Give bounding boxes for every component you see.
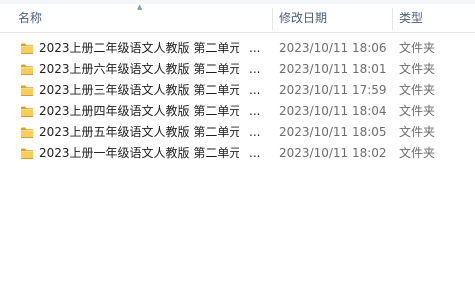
column-header-bar: ▲ 名称 修改日期 类型 xyxy=(0,3,475,33)
file-date-modified: 2023/10/11 18:05 xyxy=(279,125,387,139)
file-row[interactable]: 2023上册六年级语文人教版 第二单元 ... 2023/10/11 18:01… xyxy=(0,59,475,80)
folder-icon xyxy=(21,106,33,117)
name-ellipsis: ... xyxy=(249,104,261,118)
file-name: 2023上册六年级语文人教版 第二单元 xyxy=(39,62,239,76)
name-ellipsis: ... xyxy=(249,146,261,160)
name-ellipsis: ... xyxy=(249,41,261,55)
file-type: 文件夹 xyxy=(399,125,436,139)
folder-icon xyxy=(21,64,33,75)
column-header-name[interactable]: 名称 xyxy=(0,4,272,32)
file-name: 2023上册三年级语文人教版 第二单元 xyxy=(39,83,239,97)
file-type: 文件夹 xyxy=(399,62,436,76)
name-ellipsis: ... xyxy=(249,62,261,76)
file-name: 2023上册一年级语文人教版 第二单元 xyxy=(39,146,239,160)
column-header-date-modified[interactable]: 修改日期 xyxy=(272,4,392,32)
file-row[interactable]: 2023上册一年级语文人教版 第二单元 ... 2023/10/11 18:02… xyxy=(0,143,475,164)
file-row[interactable]: 2023上册五年级语文人教版 第二单元 ... 2023/10/11 18:05… xyxy=(0,122,475,143)
column-header-type[interactable]: 类型 xyxy=(392,4,475,32)
file-row[interactable]: 2023上册三年级语文人教版 第二单元 ... 2023/10/11 17:59… xyxy=(0,80,475,101)
file-name: 2023上册二年级语文人教版 第二单元 xyxy=(39,41,239,55)
name-ellipsis: ... xyxy=(249,125,261,139)
file-type: 文件夹 xyxy=(399,146,436,160)
file-date-modified: 2023/10/11 17:59 xyxy=(279,83,387,97)
file-list: 2023上册二年级语文人教版 第二单元 ... 2023/10/11 18:06… xyxy=(0,38,475,164)
file-row[interactable]: 2023上册四年级语文人教版 第二单元 ... 2023/10/11 18:04… xyxy=(0,101,475,122)
file-name: 2023上册五年级语文人教版 第二单元 xyxy=(39,125,239,139)
name-ellipsis: ... xyxy=(249,83,261,97)
file-date-modified: 2023/10/11 18:04 xyxy=(279,104,387,118)
file-type: 文件夹 xyxy=(399,41,436,55)
folder-icon xyxy=(21,127,33,138)
file-date-modified: 2023/10/11 18:01 xyxy=(279,62,387,76)
file-type: 文件夹 xyxy=(399,83,436,97)
file-name: 2023上册四年级语文人教版 第二单元 xyxy=(39,104,239,118)
file-date-modified: 2023/10/11 18:02 xyxy=(279,146,387,160)
file-type: 文件夹 xyxy=(399,104,436,118)
file-date-modified: 2023/10/11 18:06 xyxy=(279,41,387,55)
folder-icon xyxy=(21,148,33,159)
folder-icon xyxy=(21,85,33,96)
folder-icon xyxy=(21,43,33,54)
file-row[interactable]: 2023上册二年级语文人教版 第二单元 ... 2023/10/11 18:06… xyxy=(0,38,475,59)
